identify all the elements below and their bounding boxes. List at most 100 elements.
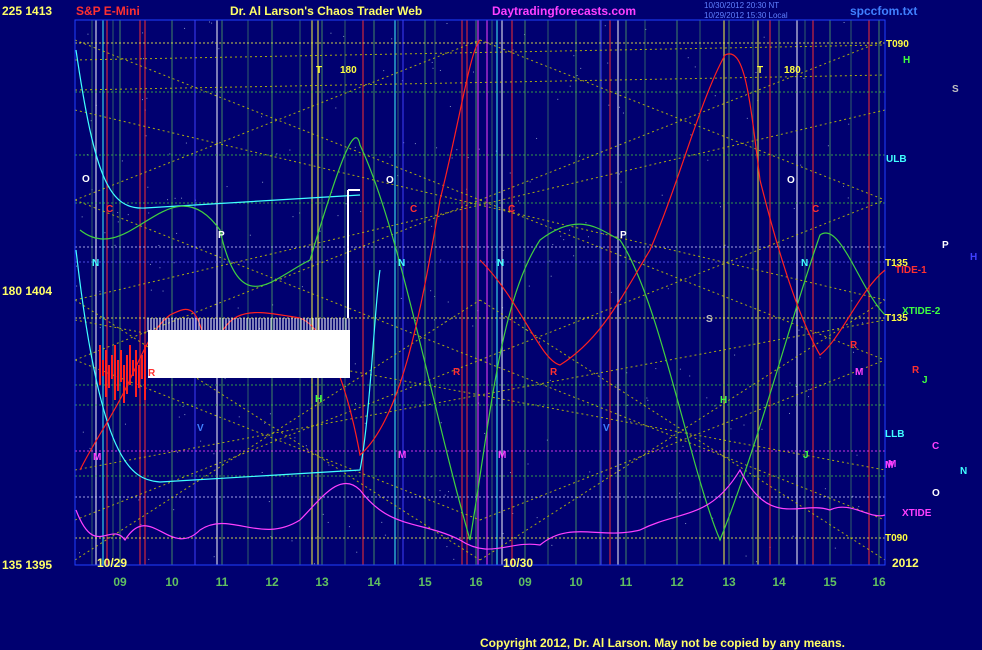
- star: [305, 445, 307, 447]
- star: [714, 95, 716, 97]
- star: [848, 123, 850, 125]
- right-label: M: [885, 460, 893, 471]
- hour-tick-label: 10: [165, 575, 179, 589]
- star: [800, 164, 802, 166]
- star: [730, 428, 732, 430]
- hour-tick-label: 13: [722, 575, 736, 589]
- star: [446, 23, 448, 25]
- hour-tick-label: 15: [418, 575, 432, 589]
- star: [745, 555, 747, 557]
- star: [292, 216, 294, 218]
- star: [150, 289, 152, 291]
- site-label: Daytradingforecasts.com: [492, 4, 637, 18]
- timestamp-2: 10/29/2012 15:30 Local: [704, 11, 788, 20]
- star: [549, 379, 551, 381]
- star: [422, 401, 424, 403]
- star: [734, 354, 736, 356]
- star: [173, 509, 175, 511]
- star: [689, 375, 691, 377]
- star: [76, 265, 78, 267]
- hour-tick-label: 11: [620, 575, 633, 589]
- plot-marker: N: [497, 258, 504, 269]
- star: [212, 41, 214, 43]
- right-label: H: [903, 55, 910, 66]
- star: [81, 216, 83, 218]
- plot-marker: H: [315, 394, 322, 405]
- hour-tick-label: 16: [872, 575, 886, 589]
- hour-tick-label: 12: [265, 575, 279, 589]
- star: [560, 235, 562, 237]
- star: [213, 556, 215, 558]
- star: [579, 155, 581, 157]
- star: [142, 58, 144, 60]
- star: [276, 153, 278, 155]
- star: [512, 49, 514, 51]
- star: [694, 66, 696, 68]
- star: [847, 197, 849, 199]
- right-label: LLB: [885, 429, 904, 440]
- chart-title: Dr. Al Larson's Chaos Trader Web: [230, 4, 423, 18]
- star: [440, 422, 442, 424]
- y-axis-top-label: 225 1413: [2, 4, 53, 18]
- right-label: ULB: [886, 154, 907, 165]
- plot-marker: R: [148, 368, 156, 379]
- star: [819, 357, 821, 359]
- right-label: XTIDE-2: [902, 306, 941, 317]
- plot-marker: T: [757, 65, 763, 76]
- star: [472, 71, 474, 73]
- plot-marker: M: [398, 450, 406, 461]
- star-field: [76, 21, 863, 565]
- star: [383, 70, 385, 72]
- star: [573, 255, 575, 257]
- right-label: S: [952, 84, 959, 95]
- y-axis-bottom-label: 135 1395: [2, 558, 53, 572]
- plot-marker: O: [386, 175, 394, 186]
- plot-marker: O: [82, 174, 90, 185]
- plot-marker: H: [720, 395, 727, 406]
- star: [99, 290, 101, 292]
- star: [622, 112, 624, 114]
- right-labels: T090HSULBPHT135TIDE-1XTIDE-2T135RJLLBCNM…: [885, 39, 977, 544]
- level-grid: [75, 42, 885, 539]
- star: [270, 536, 272, 538]
- plot-marker: N: [398, 258, 405, 269]
- star: [208, 21, 210, 23]
- star: [679, 368, 681, 370]
- timestamp-1: 10/30/2012 20:30 NT: [704, 1, 780, 10]
- star: [261, 471, 263, 473]
- plot-marker: V: [603, 423, 610, 434]
- star: [502, 249, 504, 251]
- star: [127, 214, 129, 216]
- star: [335, 107, 337, 109]
- star: [181, 197, 183, 199]
- plot-marker: M: [498, 450, 506, 461]
- star: [685, 523, 687, 525]
- plot-marker: C: [106, 204, 113, 215]
- star: [607, 62, 609, 64]
- plot-marker: R: [550, 367, 558, 378]
- flow-lines: [75, 49, 886, 550]
- hour-tick-label: 15: [823, 575, 837, 589]
- star: [536, 517, 538, 519]
- hour-tick-label: 09: [113, 575, 127, 589]
- star: [337, 215, 339, 217]
- hour-tick-label: 14: [772, 575, 786, 589]
- star: [79, 552, 81, 554]
- star: [389, 156, 391, 158]
- star: [162, 290, 164, 292]
- star: [743, 424, 745, 426]
- star: [354, 403, 356, 405]
- star: [789, 382, 791, 384]
- star: [502, 533, 504, 535]
- star: [114, 244, 116, 246]
- star: [719, 206, 721, 208]
- star: [858, 506, 860, 508]
- plot-marker: M: [93, 452, 101, 463]
- right-label: O: [932, 488, 940, 499]
- star: [87, 33, 89, 35]
- star: [431, 61, 433, 63]
- star: [147, 186, 149, 188]
- star: [467, 157, 469, 159]
- star: [319, 230, 321, 232]
- right-label: XTIDE: [902, 508, 932, 519]
